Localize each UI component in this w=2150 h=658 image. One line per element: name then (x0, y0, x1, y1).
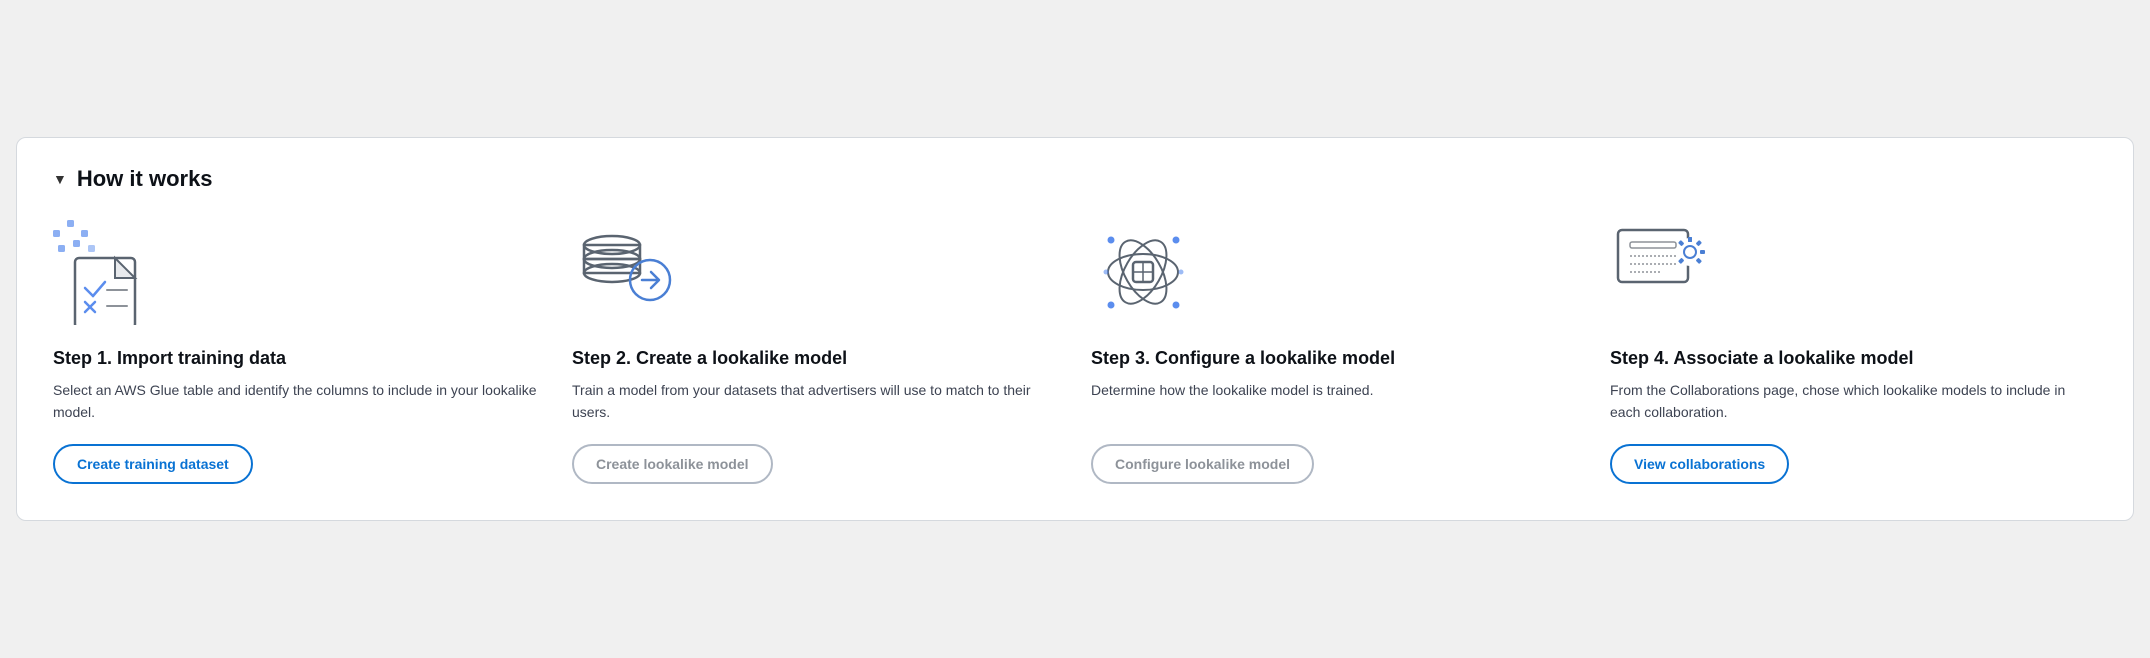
step-4-title: Step 4. Associate a lookalike model (1610, 346, 2097, 370)
view-collaborations-button[interactable]: View collaborations (1610, 444, 1789, 484)
step-1-desc: Select an AWS Glue table and identify th… (53, 380, 540, 423)
step-2-icon (572, 220, 1059, 330)
step-3: Step 3. Configure a lookalike model Dete… (1091, 220, 1578, 484)
step-2: Step 2. Create a lookalike model Train a… (572, 220, 1059, 484)
step-2-title: Step 2. Create a lookalike model (572, 346, 1059, 370)
step-3-title: Step 3. Configure a lookalike model (1091, 346, 1578, 370)
step-4-icon (1610, 220, 2097, 330)
step-1: Step 1. Import training data Select an A… (53, 220, 540, 484)
step-3-desc: Determine how the lookalike model is tra… (1091, 380, 1578, 423)
chevron-icon: ▼ (53, 171, 67, 187)
steps-grid: Step 1. Import training data Select an A… (53, 220, 2097, 484)
how-it-works-card: ▼ How it works (16, 137, 2134, 521)
configure-lookalike-model-button[interactable]: Configure lookalike model (1091, 444, 1314, 484)
step-1-icon (53, 220, 540, 330)
section-header: ▼ How it works (53, 166, 2097, 192)
create-training-dataset-button[interactable]: Create training dataset (53, 444, 253, 484)
step-2-desc: Train a model from your datasets that ad… (572, 380, 1059, 423)
section-title: How it works (77, 166, 213, 192)
create-lookalike-model-button[interactable]: Create lookalike model (572, 444, 773, 484)
step-3-icon (1091, 220, 1578, 330)
step-4-desc: From the Collaborations page, chose whic… (1610, 380, 2097, 423)
step-4: Step 4. Associate a lookalike model From… (1610, 220, 2097, 484)
step-1-title: Step 1. Import training data (53, 346, 540, 370)
